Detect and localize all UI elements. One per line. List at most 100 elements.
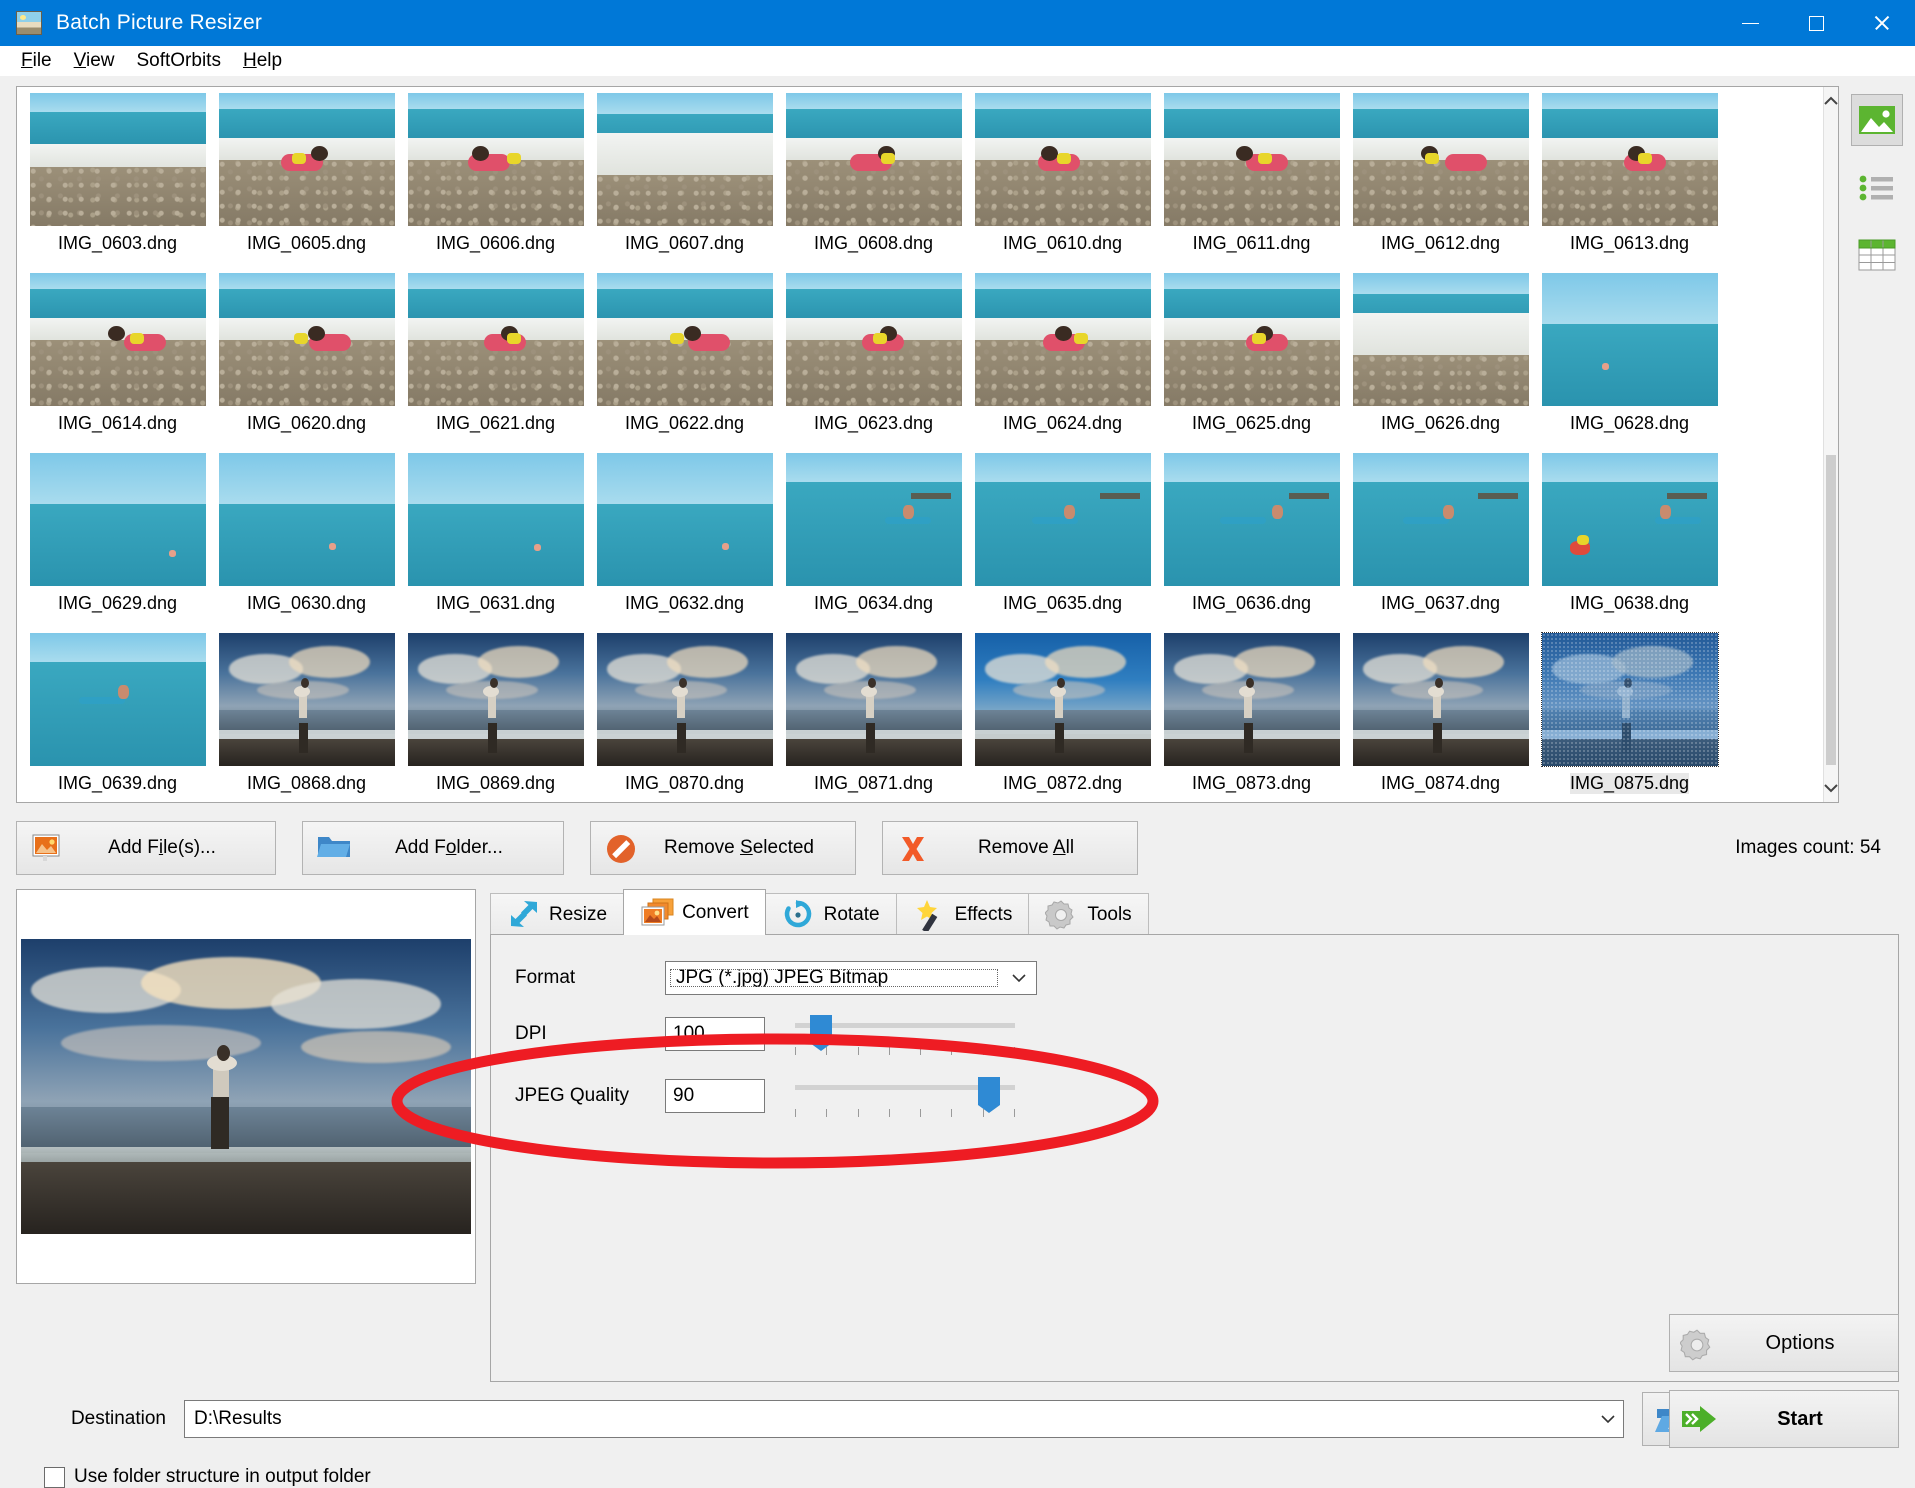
- thumbnail-item[interactable]: IMG_0621.dng: [401, 273, 590, 453]
- thumbnail-item[interactable]: IMG_0620.dng: [212, 273, 401, 453]
- quality-slider[interactable]: [795, 1073, 1015, 1119]
- thumbnail-image[interactable]: [407, 273, 584, 406]
- thumbnail-item[interactable]: IMG_0613.dng: [1535, 93, 1724, 273]
- thumbnail-item[interactable]: IMG_0605.dng: [212, 93, 401, 273]
- thumbnail-item[interactable]: IMG_0870.dng: [590, 633, 779, 802]
- minimize-button[interactable]: [1717, 0, 1783, 46]
- thumbnail-image[interactable]: [974, 273, 1151, 406]
- thumbnail-image[interactable]: [407, 453, 584, 586]
- vertical-scrollbar[interactable]: [1823, 87, 1838, 802]
- thumbnail-item[interactable]: IMG_0875.dng: [1535, 632, 1724, 802]
- scroll-up-button[interactable]: [1824, 87, 1838, 115]
- tab-effects[interactable]: Effects: [895, 893, 1030, 935]
- thumbnail-item[interactable]: IMG_0868.dng: [212, 633, 401, 802]
- view-mode-details-button[interactable]: [1852, 230, 1902, 280]
- chevron-down-icon[interactable]: [1593, 1414, 1623, 1424]
- thumbnail-image[interactable]: [1163, 633, 1340, 766]
- folder-structure-checkbox-row[interactable]: Use folder structure in output folder: [16, 1466, 1899, 1488]
- thumbnail-item[interactable]: IMG_0614.dng: [23, 273, 212, 453]
- view-mode-list-button[interactable]: [1852, 163, 1902, 213]
- quality-input[interactable]: 90: [665, 1079, 765, 1113]
- thumbnail-item[interactable]: IMG_0869.dng: [401, 633, 590, 802]
- thumbnail-item[interactable]: IMG_0630.dng: [212, 453, 401, 633]
- thumbnail-item[interactable]: IMG_0638.dng: [1535, 453, 1724, 633]
- thumbnail-image[interactable]: [1541, 273, 1718, 406]
- tab-rotate[interactable]: Rotate: [764, 893, 897, 935]
- tab-convert[interactable]: Convert: [623, 889, 766, 935]
- thumbnail-item[interactable]: IMG_0603.dng: [23, 93, 212, 273]
- thumbnail-item[interactable]: IMG_0626.dng: [1346, 273, 1535, 453]
- thumbnail-image[interactable]: [29, 453, 206, 586]
- thumbnail-image[interactable]: [1541, 453, 1718, 586]
- menu-item-softorbits[interactable]: SoftOrbits: [125, 47, 231, 75]
- dpi-slider[interactable]: [795, 1011, 1015, 1057]
- thumbnail-image[interactable]: [1352, 633, 1529, 766]
- thumbnail-image[interactable]: [974, 453, 1151, 586]
- thumbnail-item[interactable]: IMG_0631.dng: [401, 453, 590, 633]
- thumbnail-item[interactable]: IMG_0634.dng: [779, 453, 968, 633]
- close-button[interactable]: [1849, 0, 1915, 46]
- menu-item-file[interactable]: FFileile: [10, 47, 63, 75]
- thumbnail-item[interactable]: IMG_0606.dng: [401, 93, 590, 273]
- scrollbar-thumb[interactable]: [1826, 455, 1836, 765]
- thumbnail-item[interactable]: IMG_0607.dng: [590, 93, 779, 273]
- remove-all-button[interactable]: Remove All: [882, 821, 1138, 875]
- thumbnail-image[interactable]: [407, 93, 584, 226]
- thumbnail-item[interactable]: IMG_0610.dng: [968, 93, 1157, 273]
- thumbnail-item[interactable]: IMG_0612.dng: [1346, 93, 1535, 273]
- thumbnail-item[interactable]: IMG_0611.dng: [1157, 93, 1346, 273]
- thumbnail-image[interactable]: [785, 453, 962, 586]
- thumbnail-image[interactable]: [29, 273, 206, 406]
- thumbnail-image[interactable]: [1352, 453, 1529, 586]
- dpi-input[interactable]: 100: [665, 1017, 765, 1051]
- tab-tools[interactable]: Tools: [1028, 893, 1149, 935]
- folder-structure-checkbox[interactable]: [44, 1466, 65, 1488]
- thumbnail-item[interactable]: IMG_0874.dng: [1346, 633, 1535, 802]
- quality-slider-thumb[interactable]: [977, 1077, 1000, 1113]
- thumbnail-image[interactable]: [218, 273, 395, 406]
- thumbnail-image[interactable]: [1540, 632, 1719, 767]
- add-folder-button[interactable]: Add Folder...: [302, 821, 564, 875]
- format-combobox[interactable]: JPG (*.jpg) JPEG Bitmap: [665, 961, 1037, 995]
- thumbnail-image[interactable]: [1163, 453, 1340, 586]
- scroll-down-button[interactable]: [1824, 774, 1838, 802]
- remove-selected-button[interactable]: Remove Selected: [590, 821, 856, 875]
- thumbnail-item[interactable]: IMG_0871.dng: [779, 633, 968, 802]
- thumbnail-item[interactable]: IMG_0632.dng: [590, 453, 779, 633]
- thumbnail-image[interactable]: [785, 93, 962, 226]
- thumbnail-image[interactable]: [974, 93, 1151, 226]
- dpi-slider-thumb[interactable]: [810, 1015, 833, 1051]
- thumbnail-image[interactable]: [785, 273, 962, 406]
- thumbnail-item[interactable]: IMG_0628.dng: [1535, 273, 1724, 453]
- thumbnail-item[interactable]: IMG_0637.dng: [1346, 453, 1535, 633]
- thumbnail-item[interactable]: IMG_0625.dng: [1157, 273, 1346, 453]
- thumbnail-image[interactable]: [218, 453, 395, 586]
- thumbnail-image[interactable]: [218, 93, 395, 226]
- thumbnail-image[interactable]: [407, 633, 584, 766]
- thumbnail-image[interactable]: [1163, 93, 1340, 226]
- thumbnail-image[interactable]: [1541, 93, 1718, 226]
- thumbnail-item[interactable]: IMG_0635.dng: [968, 453, 1157, 633]
- thumbnail-item[interactable]: IMG_0639.dng: [23, 633, 212, 802]
- add-files-button[interactable]: Add File(s)...: [16, 821, 276, 875]
- thumbnail-image[interactable]: [596, 453, 773, 586]
- thumbnail-image[interactable]: [596, 633, 773, 766]
- options-button[interactable]: Options: [1669, 1314, 1899, 1372]
- thumbnail-image[interactable]: [596, 93, 773, 226]
- destination-combobox[interactable]: D:\Results: [184, 1400, 1624, 1438]
- thumbnail-image[interactable]: [974, 633, 1151, 766]
- start-button[interactable]: Start: [1669, 1390, 1899, 1448]
- menu-item-view[interactable]: View: [63, 47, 126, 75]
- thumbnail-item[interactable]: IMG_0622.dng: [590, 273, 779, 453]
- thumbnail-item[interactable]: IMG_0873.dng: [1157, 633, 1346, 802]
- thumbnail-image[interactable]: [218, 633, 395, 766]
- thumbnail-item[interactable]: IMG_0608.dng: [779, 93, 968, 273]
- thumbnail-image[interactable]: [1352, 273, 1529, 406]
- thumbnail-item[interactable]: IMG_0629.dng: [23, 453, 212, 633]
- thumbnail-item[interactable]: IMG_0623.dng: [779, 273, 968, 453]
- scrollbar-track[interactable]: [1824, 115, 1838, 774]
- thumbnail-list-panel[interactable]: IMG_0603.dng IMG_0605.dng IMG_0606.dng IMG_…: [16, 86, 1839, 803]
- tab-resize[interactable]: Resize: [490, 893, 625, 935]
- menu-item-help[interactable]: Help: [232, 47, 293, 75]
- thumbnail-item[interactable]: IMG_0636.dng: [1157, 453, 1346, 633]
